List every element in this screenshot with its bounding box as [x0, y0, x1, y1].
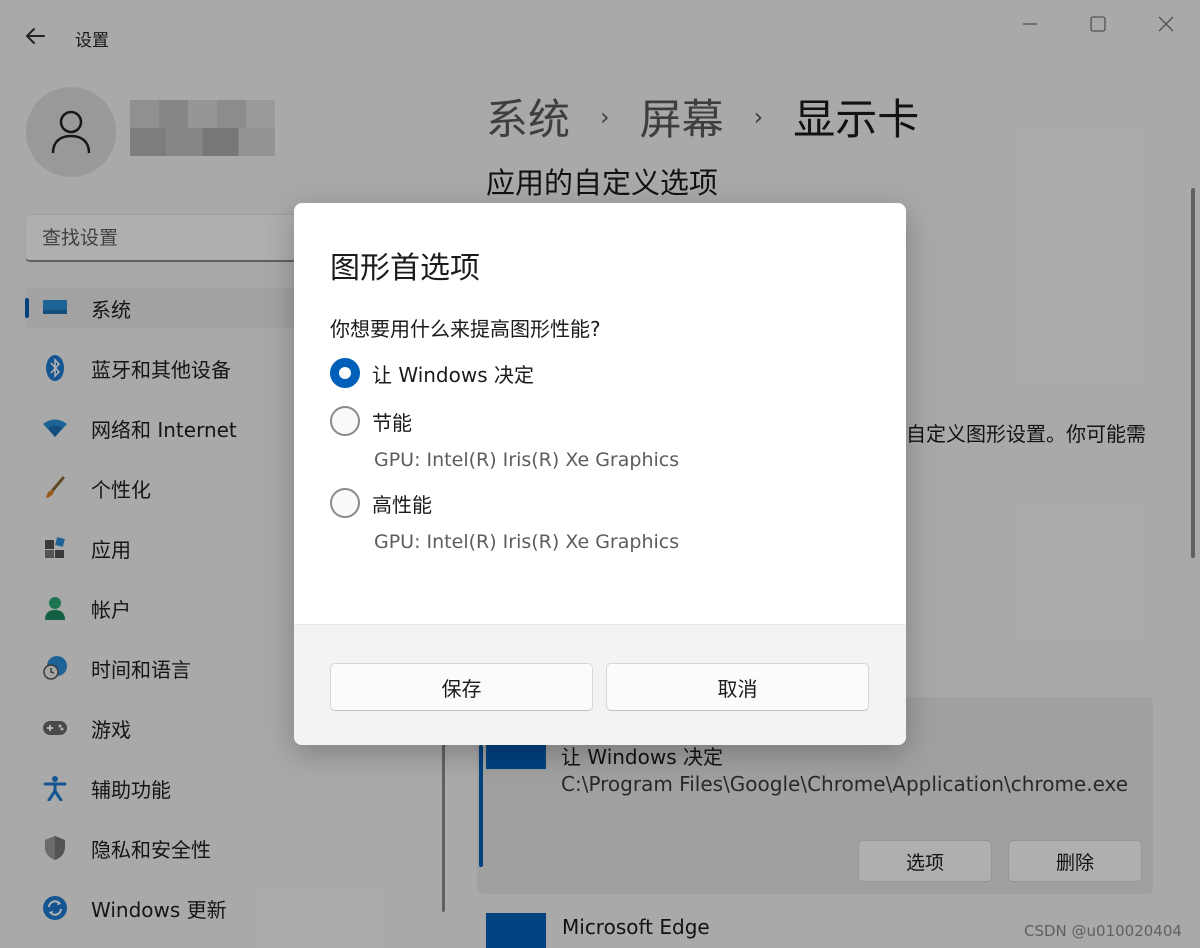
cancel-button[interactable]: 取消: [606, 663, 869, 711]
radio-button[interactable]: [330, 358, 360, 388]
radio-option-let-windows-decide[interactable]: 让 Windows 决定: [330, 358, 534, 388]
radio-option-power-saving[interactable]: 节能: [330, 406, 412, 436]
dialog-footer: 保存 取消: [294, 624, 906, 745]
radio-button[interactable]: [330, 488, 360, 518]
radio-label: 让 Windows 决定: [372, 362, 534, 387]
radio-label: 高性能: [372, 492, 432, 517]
gpu-info-high-performance: GPU: Intel(R) Iris(R) Xe Graphics: [374, 531, 680, 553]
dialog-title: 图形首选项: [330, 251, 480, 286]
radio-label: 节能: [372, 410, 412, 435]
radio-button[interactable]: [330, 406, 360, 436]
save-button[interactable]: 保存: [330, 663, 593, 711]
dialog-question: 你想要用什么来提高图形性能?: [330, 317, 601, 341]
graphics-preference-dialog: 图形首选项 你想要用什么来提高图形性能? 让 Windows 决定 节能 GPU…: [294, 203, 906, 745]
gpu-info-power-saving: GPU: Intel(R) Iris(R) Xe Graphics: [374, 449, 680, 471]
radio-option-high-performance[interactable]: 高性能: [330, 488, 432, 518]
